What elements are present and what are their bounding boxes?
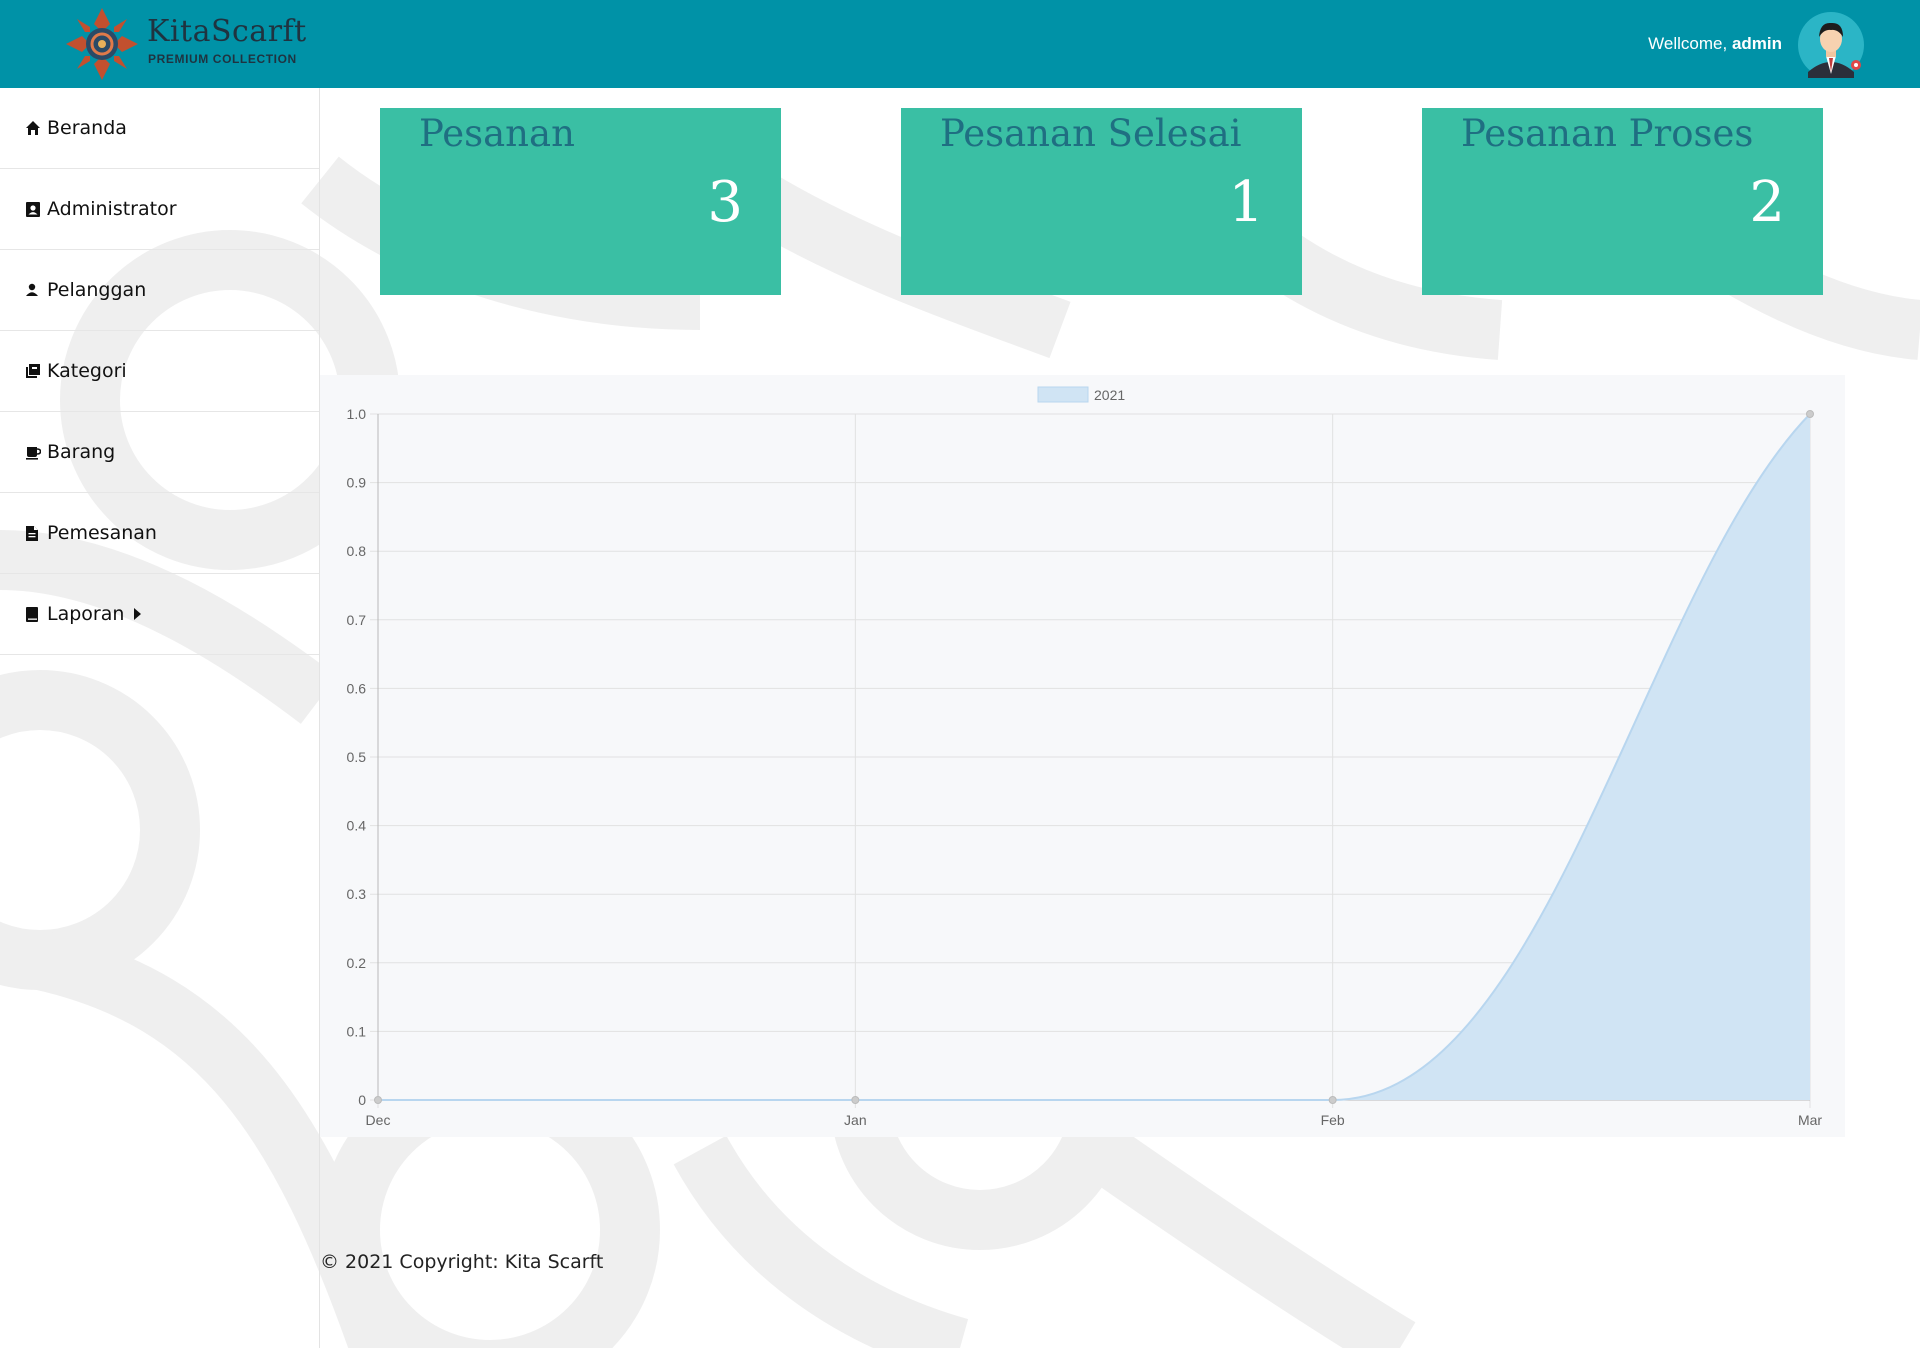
sidebar-item-label: Kategori [47,360,127,382]
y-tick-label: 0.1 [347,1023,367,1039]
y-tick-label: 0.4 [347,818,367,834]
book-icon [25,605,43,623]
y-tick-label: 1.0 [347,406,367,422]
data-point [374,1096,382,1104]
welcome-message: Wellcome, admin [1648,34,1782,54]
sidebar-item-laporan[interactable]: Laporan [0,574,319,655]
welcome-prefix: Wellcome, [1648,34,1732,53]
x-tick-label: Dec [366,1112,391,1128]
sidebar-item-beranda[interactable]: Beranda [0,88,319,169]
sidebar-item-label: Beranda [47,117,127,139]
card-value: 3 [707,170,743,235]
user-avatar-icon[interactable] [1798,12,1864,78]
caret-right-icon[interactable] [134,608,142,620]
sidebar-item-label: Administrator [47,198,177,220]
user-icon [25,281,43,299]
card-title: Pesanan [419,112,575,155]
contact-card-icon [25,200,43,218]
top-header: KitaScarft PREMIUM COLLECTION Wellcome, … [0,0,1920,88]
card-pesanan-proses[interactable]: Pesanan Proses 2 [1422,108,1823,295]
data-point [1806,410,1814,418]
x-tick-label: Jan [844,1112,867,1128]
y-tick-label: 0 [358,1092,366,1108]
card-pesanan-selesai[interactable]: Pesanan Selesai 1 [901,108,1302,295]
sidebar-item-label: Pelanggan [47,279,147,301]
sidebar-item-kategori[interactable]: Kategori [0,331,319,412]
x-tick-label: Feb [1321,1112,1345,1128]
sidebar-item-administrator[interactable]: Administrator [0,169,319,250]
chart-canvas: 0 0.1 0.2 0.3 0.4 0.5 0.6 0.7 0.8 0.9 1.0 Dec Jan Feb… [347,386,1822,1128]
legend-swatch [1037,386,1089,403]
y-tick-label: 0.7 [347,612,367,628]
sidebar: Beranda Administrator Pelanggan Kategori… [0,88,320,1348]
y-tick-label: 0.2 [347,955,367,971]
x-tick-label: Mar [1798,1112,1822,1128]
data-point [851,1096,860,1104]
card-value: 1 [1228,170,1264,235]
copy-icon [25,362,43,380]
card-title: Pesanan Selesai [940,112,1242,155]
home-icon [25,119,43,137]
sidebar-item-label: Barang [47,441,116,463]
y-tick-label: 0.6 [347,680,367,696]
sidebar-item-pemesanan[interactable]: Pemesanan [0,493,319,574]
sidebar-item-pelanggan[interactable]: Pelanggan [0,250,319,331]
brand-tagline: PREMIUM COLLECTION [148,52,297,66]
y-tick-label: 0.3 [347,886,367,902]
y-tick-label: 0.8 [347,543,367,559]
sidebar-item-label: Laporan [47,603,125,625]
card-title: Pesanan Proses [1461,112,1754,155]
y-tick-label: 0.5 [347,749,367,765]
sidebar-item-label: Pemesanan [47,522,157,544]
brand-name: KitaScarft [147,14,307,49]
footer-copyright: © 2021 Copyright: Kita Scarft [320,1251,604,1273]
brand-logo-icon[interactable] [62,6,142,82]
welcome-username: admin [1731,34,1782,53]
orders-chart: 0 0.1 0.2 0.3 0.4 0.5 0.6 0.7 0.8 0.9 1.0 Dec Jan Feb… [320,375,1845,1137]
y-tick-label: 0.9 [347,475,367,491]
document-icon [25,524,43,542]
card-value: 2 [1749,170,1785,235]
coffee-icon [25,443,43,461]
card-pesanan[interactable]: Pesanan 3 [380,108,781,295]
sidebar-item-barang[interactable]: Barang [0,412,319,493]
legend-label: 2021 [1094,387,1125,403]
data-point [1328,1096,1337,1104]
